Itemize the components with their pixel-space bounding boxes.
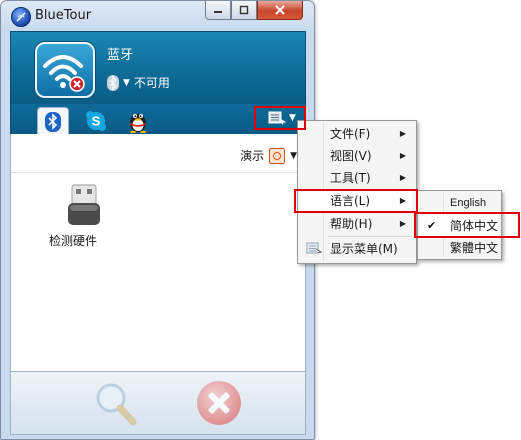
tab-bluetooth[interactable]	[37, 107, 69, 135]
menu-item-tools[interactable]: 工具(T) ▶	[300, 167, 412, 189]
tab-qq[interactable]	[123, 107, 153, 134]
device-name: 蓝牙	[107, 48, 134, 63]
bluetour-window: BlueTour 蓝牙 ▼ 不可用 S ▼ 演示 ▼ 检测硬件	[0, 0, 315, 440]
submenu-arrow-icon: ▶	[399, 219, 406, 228]
menu-item-file[interactable]: 文件(F) ▶	[300, 123, 412, 145]
submenu-arrow-icon: ▶	[399, 151, 406, 160]
status-dropdown-icon: ▼	[123, 77, 130, 88]
svg-text:S: S	[92, 113, 101, 128]
minimize-button[interactable]	[205, 1, 231, 20]
menu-separator	[328, 236, 412, 237]
wifi-icon	[35, 42, 95, 98]
window-title: BlueTour	[35, 8, 92, 23]
device-header: 蓝牙 ▼ 不可用	[10, 31, 306, 105]
content-toolbar: 演示 ▼	[11, 134, 305, 173]
qq-penguin-icon	[130, 113, 146, 133]
menu-item-help[interactable]: 帮助(H) ▶	[300, 213, 412, 235]
bluetooth-icon	[45, 111, 61, 132]
demo-label: 演示	[240, 149, 265, 163]
device-status[interactable]: ▼ 不可用	[107, 74, 170, 91]
demo-selector[interactable]: 演示 ▼	[240, 147, 297, 164]
submenu-arrow-icon: ▶	[399, 173, 406, 182]
language-traditional-chinese[interactable]: 繁體中文	[420, 237, 499, 259]
window-controls	[205, 1, 303, 20]
highlight-simplified-chinese	[414, 212, 520, 238]
usb-drive-icon	[68, 184, 100, 225]
detect-hardware-label: 检测硬件	[49, 234, 98, 248]
detect-hardware-item[interactable]	[49, 184, 119, 231]
highlight-language-item	[294, 189, 418, 213]
app-icon	[11, 7, 31, 27]
show-menu-icon	[306, 242, 322, 254]
skype-icon: S	[86, 110, 106, 131]
demo-icon	[269, 147, 286, 164]
tab-skype[interactable]: S	[81, 107, 111, 134]
demo-dropdown-caret-icon: ▼	[290, 150, 297, 161]
device-status-text: 不可用	[133, 76, 170, 90]
magnifier-icon	[96, 383, 137, 426]
bluetooth-status-icon	[107, 74, 119, 91]
title-bar[interactable]: BlueTour	[1, 1, 314, 31]
highlight-menu-button	[254, 106, 306, 130]
device-list-panel: 演示 ▼ 检测硬件	[10, 134, 306, 372]
menu-item-show-menu[interactable]: 显示菜单(M)	[300, 238, 412, 260]
search-button[interactable]	[91, 378, 141, 428]
menu-item-view[interactable]: 视图(V) ▶	[300, 145, 412, 167]
restore-button[interactable]	[231, 1, 257, 20]
language-english[interactable]: English	[420, 192, 499, 214]
cancel-icon[interactable]	[197, 381, 241, 425]
submenu-arrow-icon: ▶	[399, 129, 406, 138]
bottom-action-bar	[10, 372, 306, 435]
close-button[interactable]	[257, 1, 303, 20]
